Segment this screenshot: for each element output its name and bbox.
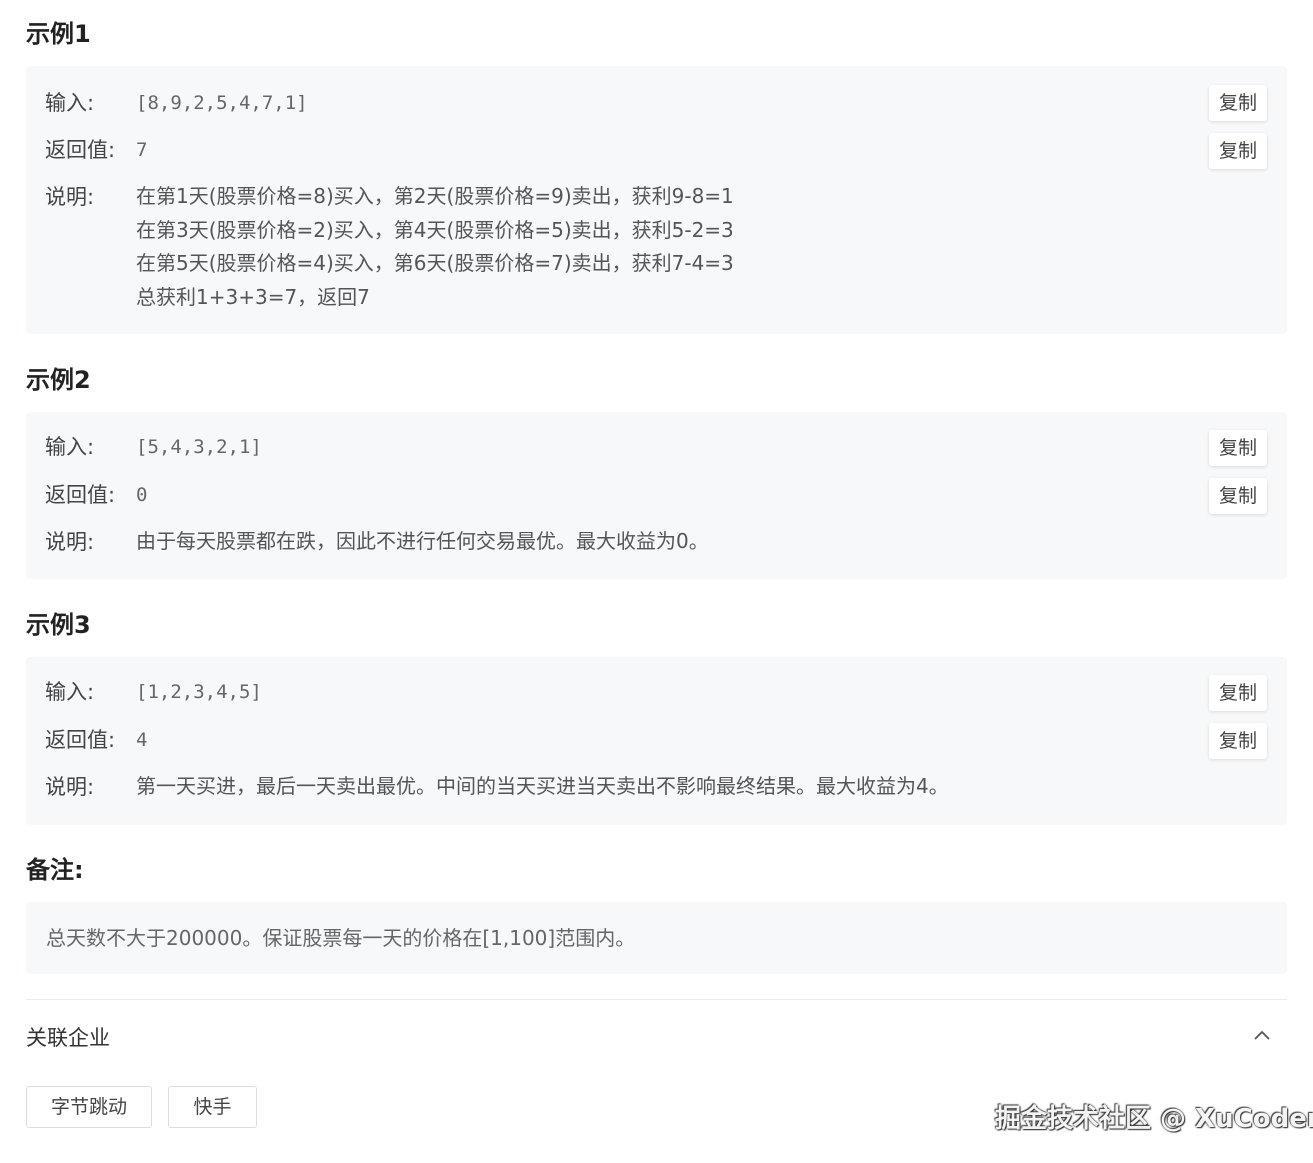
return-label: 返回值: [45,138,116,162]
explain-text: 第一天买进，最后一天卖出最优。中间的当天买进当天卖出不影响最终结果。最大收益为4… [136,770,949,804]
company-tag-kuaishou[interactable]: 快手 [168,1086,257,1128]
example-3-box: 输入: [1,2,3,4,5] 复制 返回值: 4 复制 说明: 第一天买进，最… [26,657,1287,825]
input-value: [8,9,2,5,4,7,1] [136,92,308,114]
note-title: 备注: [26,856,84,884]
example-1-return-row: 返回值: 7 [26,133,1287,167]
return-value: 4 [136,729,148,751]
explain-text: 由于每天股票都在跌，因此不进行任何交易最优。最大收益为0。 [136,525,709,559]
example-2-title: 示例2 [26,366,91,394]
example-3-title: 示例3 [26,611,91,639]
explain-line: 总获利1+3+3=7，返回7 [136,284,370,309]
example-1-input-row: 输入: [8,9,2,5,4,7,1] [26,86,1287,120]
chevron-up-icon[interactable] [1252,1026,1272,1046]
example-1-title: 示例1 [26,20,91,48]
copy-input-button[interactable]: 复制 [1209,430,1267,466]
return-label: 返回值: [45,728,116,752]
input-label: 输入: [45,91,95,115]
copy-return-button[interactable]: 复制 [1209,723,1267,759]
watermark-text: 掘金技术社区 @ XuCoder [995,1104,1313,1134]
problem-examples-page: 示例1 输入: [8,9,2,5,4,7,1] 复制 返回值: 7 复制 说明:… [0,0,1313,1163]
company-tag-bytedance[interactable]: 字节跳动 [26,1086,152,1128]
explain-label: 说明: [45,775,95,799]
input-label: 输入: [45,680,95,704]
note-box: 总天数不大于200000。保证股票每一天的价格在[1,100]范围内。 [26,902,1287,974]
example-2-input-row: 输入: [5,4,3,2,1] [26,430,1287,464]
return-label: 返回值: [45,483,116,507]
input-value: [1,2,3,4,5] [136,681,262,703]
explain-line: 第一天买进，最后一天卖出最优。中间的当天买进当天卖出不影响最终结果。最大收益为4… [136,774,949,798]
copy-input-button[interactable]: 复制 [1209,85,1267,121]
example-2-explain-row: 说明: 由于每天股票都在跌，因此不进行任何交易最优。最大收益为0。 [26,525,1287,559]
explain-line: 在第1天(股票价格=8)买入，第2天(股票价格=9)卖出，获利9-8=1 [136,184,734,208]
explain-label: 说明: [45,530,95,554]
example-1-explain-row: 说明: 在第1天(股票价格=8)买入，第2天(股票价格=9)卖出，获利9-8=1… [26,180,1287,320]
example-3-explain-row: 说明: 第一天买进，最后一天卖出最优。中间的当天买进当天卖出不影响最终结果。最大… [26,770,1287,804]
explain-line: 在第3天(股票价格=2)买入，第4天(股票价格=5)卖出，获利5-2=3 [136,217,734,242]
example-3-return-row: 返回值: 4 [26,723,1287,757]
example-2-return-row: 返回值: 0 [26,478,1287,512]
explain-line: 由于每天股票都在跌，因此不进行任何交易最优。最大收益为0。 [136,529,709,553]
note-text: 总天数不大于200000。保证股票每一天的价格在[1,100]范围内。 [46,926,636,950]
related-companies-title: 关联企业 [26,1026,110,1050]
example-1-box: 输入: [8,9,2,5,4,7,1] 复制 返回值: 7 复制 说明: 在第1… [26,66,1287,334]
input-label: 输入: [45,435,95,459]
copy-return-button[interactable]: 复制 [1209,478,1267,514]
return-value: 0 [136,484,148,506]
return-value: 7 [136,139,148,161]
example-2-box: 输入: [5,4,3,2,1] 复制 返回值: 0 复制 说明: 由于每天股票都… [26,412,1287,579]
explain-text: 在第1天(股票价格=8)买入，第2天(股票价格=9)卖出，获利9-8=1 在第3… [136,180,734,314]
copy-return-button[interactable]: 复制 [1209,133,1267,169]
copy-input-button[interactable]: 复制 [1209,675,1267,711]
section-divider [26,999,1287,1000]
explain-label: 说明: [45,185,95,209]
example-3-input-row: 输入: [1,2,3,4,5] [26,675,1287,709]
explain-line: 在第5天(股票价格=4)买入，第6天(股票价格=7)卖出，获利7-4=3 [136,251,734,275]
input-value: [5,4,3,2,1] [136,436,262,458]
